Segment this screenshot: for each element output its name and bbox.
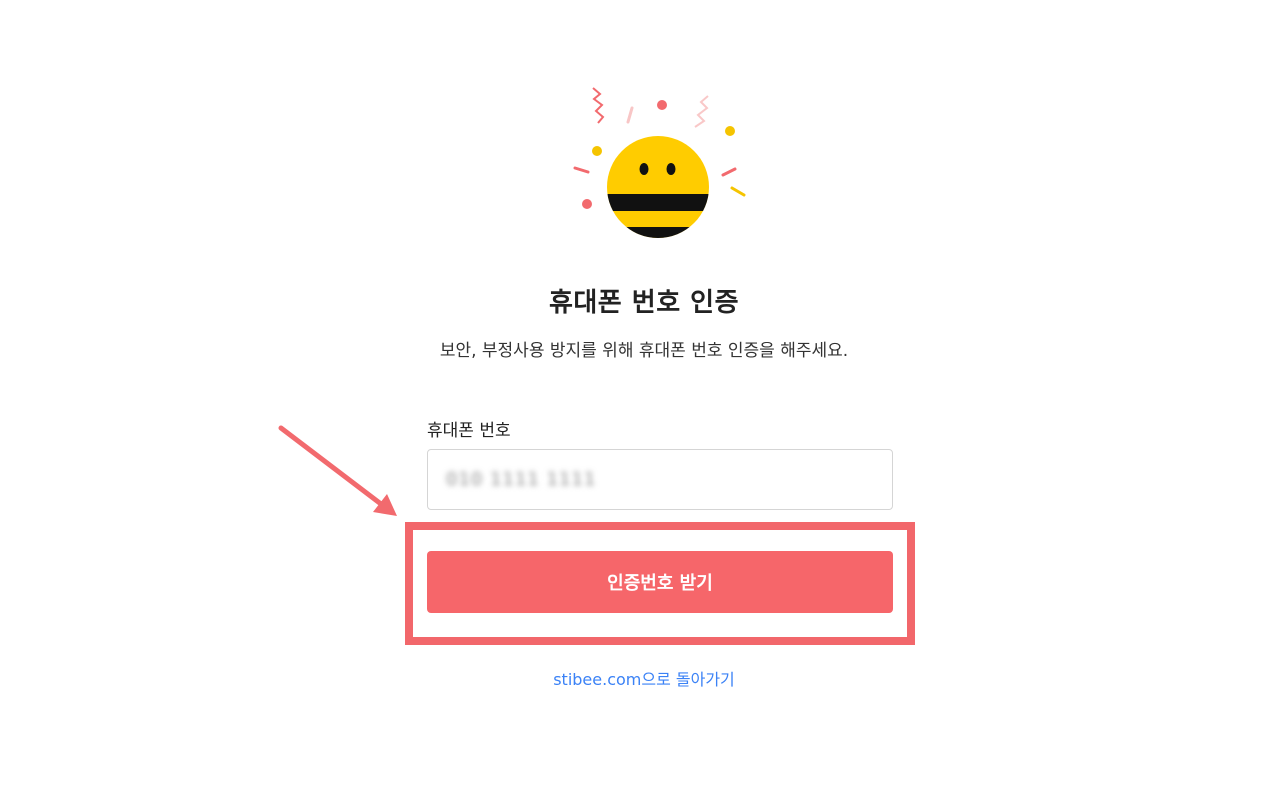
confetti-yellow-dash: [730, 186, 746, 197]
confetti-squiggle-right: [694, 95, 709, 128]
confetti-pink-dash: [626, 106, 634, 124]
page-title: 휴대폰 번호 인증: [548, 288, 740, 318]
phone-number-value: 010 1111 1111: [446, 469, 597, 490]
confetti-red-dot: [657, 100, 667, 110]
confetti-red-dash-right: [721, 167, 737, 177]
back-to-stibee-link[interactable]: stibee.com으로 돌아가기: [0, 666, 1288, 690]
request-verification-code-button[interactable]: 인증번호 받기: [427, 551, 893, 613]
confetti-yellow-dot-left: [592, 146, 602, 156]
phone-number-input[interactable]: 010 1111 1111: [427, 449, 893, 510]
page-subtitle: 보안, 부정사용 방지를 위해 휴대폰 번호 인증을 해주세요.: [439, 341, 849, 361]
confetti-red-dot-left: [582, 199, 592, 209]
smiling-bee-face-icon: [573, 87, 746, 238]
confetti-red-dash-left: [573, 166, 590, 174]
confetti-squiggle-left: [592, 87, 605, 124]
phone-number-label: 휴대폰 번호: [427, 421, 511, 441]
annotation-arrow-icon: [278, 425, 397, 516]
confetti-yellow-dot-right: [725, 126, 735, 136]
verification-page: 휴대폰 번호 인증 보안, 부정사용 방지를 위해 휴대폰 번호 인증을 해주세…: [0, 0, 1288, 801]
